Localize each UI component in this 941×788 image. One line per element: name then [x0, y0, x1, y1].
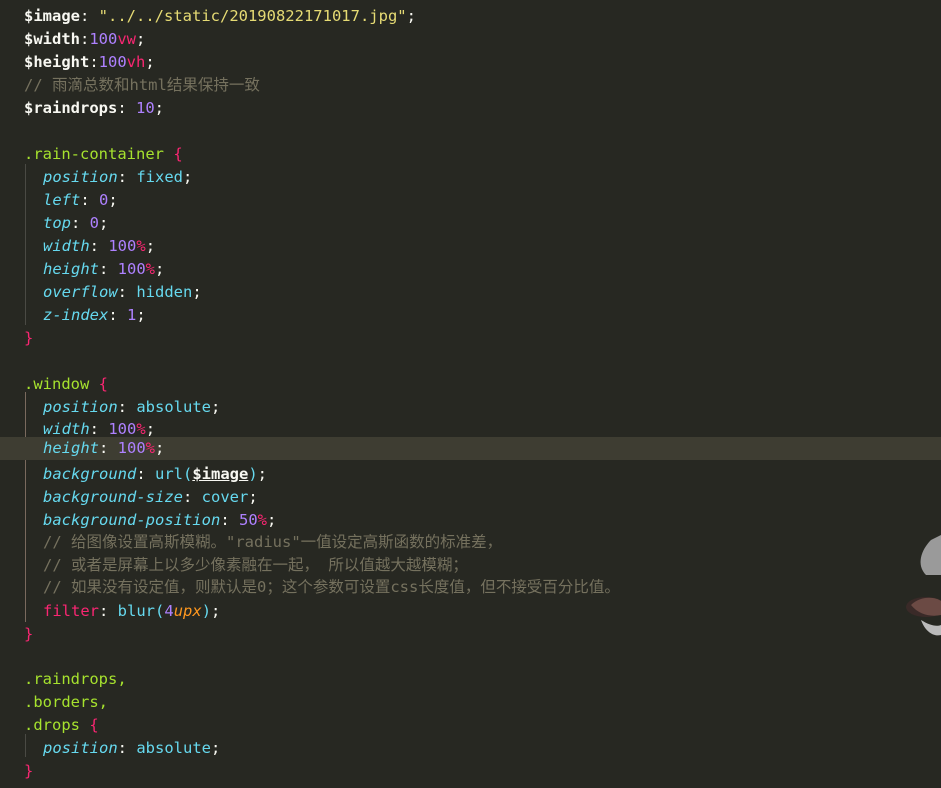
- scss-variable: $raindrops: [24, 99, 118, 117]
- code-comment: // 如果没有设定值，则默认是0；这个参数可设置css长度值，但不接受百分比值。: [43, 578, 620, 596]
- code-comment: // 给图像设置高斯模糊。"radius"一值设定高斯函数的标准差，: [43, 533, 503, 551]
- css-property: filter: [43, 602, 99, 620]
- css-selector: .raindrops,: [24, 670, 127, 688]
- css-property: background: [43, 465, 137, 483]
- code-line: .rain-container {: [24, 145, 183, 163]
- css-property: width: [43, 420, 90, 438]
- css-selector: .drops: [24, 716, 80, 734]
- code-line: // 或者是屏幕上以多少像素融在一起， 所以值越大越模糊；: [0, 554, 941, 577]
- css-selector: .borders,: [24, 693, 108, 711]
- string-literal: "../../static/20190822171017.jpg": [98, 7, 407, 25]
- code-line: }: [24, 329, 34, 347]
- code-line: $height:100vh;: [24, 53, 155, 71]
- css-property: width: [43, 237, 90, 255]
- css-selector: .rain-container: [24, 145, 164, 163]
- code-line: $raindrops: 10;: [24, 99, 165, 117]
- code-line: .drops {: [24, 716, 99, 734]
- css-property: height: [43, 439, 99, 457]
- css-property: top: [43, 214, 71, 232]
- code-line: background-position: 50%;: [43, 511, 277, 529]
- code-line: overflow: hidden;: [43, 283, 202, 301]
- code-line-current[interactable]: height: 100%;: [0, 437, 941, 460]
- code-comment: // 雨滴总数和html结果保持一致: [24, 76, 260, 94]
- code-line: width: 100%;: [43, 237, 156, 255]
- scss-variable: $height: [24, 53, 90, 71]
- code-line: .raindrops,: [0, 668, 941, 691]
- code-line: left: 0;: [43, 191, 118, 209]
- decorative-ornament-icon: [906, 535, 941, 636]
- code-line: // 给图像设置高斯模糊。"radius"一值设定高斯函数的标准差，: [0, 531, 941, 554]
- code-line: background: url($image);: [43, 465, 268, 483]
- scss-variable: $width: [24, 30, 80, 48]
- code-editor[interactable]: $image: "../../static/20190822171017.jpg…: [0, 0, 941, 788]
- code-line: height: 100%;: [43, 260, 165, 278]
- css-property: position: [43, 398, 118, 416]
- code-line: $image: "../../static/20190822171017.jpg…: [24, 7, 416, 25]
- code-line: .borders,: [0, 691, 941, 714]
- scss-variable: $image: [24, 7, 80, 25]
- scss-variable: $image: [192, 465, 249, 483]
- code-line: // 雨滴总数和html结果保持一致: [0, 74, 941, 97]
- code-line: position: fixed;: [43, 168, 193, 186]
- code-comment: // 或者是屏幕上以多少像素融在一起， 所以值越大越模糊；: [43, 556, 468, 574]
- css-property: overflow: [43, 283, 118, 301]
- code-line: top: 0;: [43, 214, 109, 232]
- code-line: position: absolute;: [43, 739, 221, 757]
- css-property: background-position: [43, 511, 221, 529]
- code-line: }: [24, 625, 34, 643]
- css-property: height: [43, 260, 99, 278]
- code-line: // 如果没有设定值，则默认是0；这个参数可设置css长度值，但不接受百分比值。: [0, 576, 941, 599]
- code-line: }: [24, 762, 34, 780]
- css-property: left: [43, 191, 81, 209]
- css-property: position: [43, 739, 118, 757]
- code-line: $width:100vw;: [24, 30, 146, 48]
- css-selector: .window: [24, 375, 90, 393]
- code-line: z-index: 1;: [43, 306, 146, 324]
- css-property: z-index: [43, 306, 109, 324]
- code-line: .window {: [24, 375, 108, 393]
- code-line: background-size: cover;: [43, 488, 258, 506]
- code-line: position: absolute;: [43, 398, 221, 416]
- code-line: filter: blur(4upx);: [43, 602, 221, 620]
- css-property: position: [43, 168, 118, 186]
- css-property: background-size: [43, 488, 183, 506]
